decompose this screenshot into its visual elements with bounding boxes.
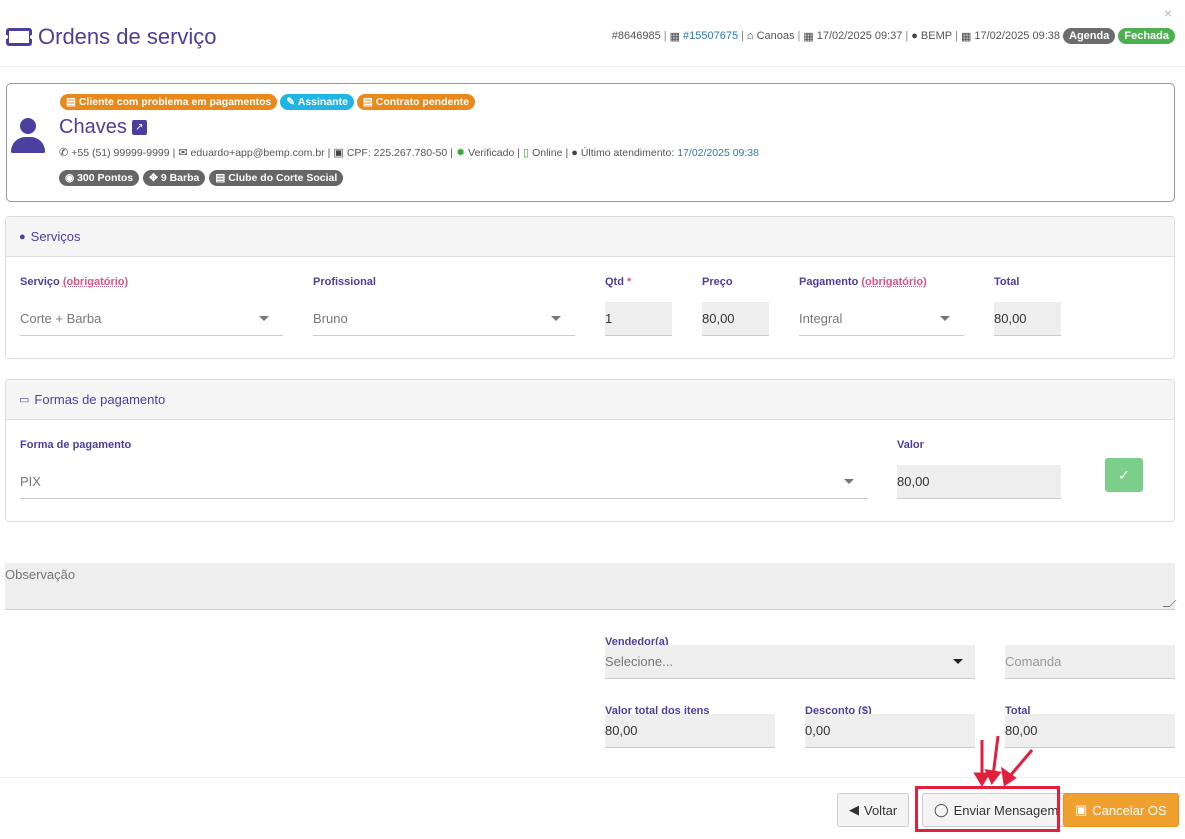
tag-subscriber: ✎ Assinante xyxy=(280,94,354,110)
branch-name: Canoas xyxy=(756,30,795,42)
calendar-icon: ▦ xyxy=(669,30,680,43)
chevron-down-icon xyxy=(940,316,950,321)
client-name: Chaves ↗ xyxy=(59,116,147,139)
mobile-icon: ▯ xyxy=(523,147,530,159)
calendar-icon: ▦ xyxy=(803,30,814,43)
payment-value-label: Valor xyxy=(897,439,924,451)
client-online: Online xyxy=(532,146,563,159)
payment-label: Pagamento (obrigatório) xyxy=(799,276,927,288)
ticket-link[interactable]: #15507675 xyxy=(683,30,738,42)
qty-input[interactable]: 1 xyxy=(605,302,672,336)
bank-icon: ⌂ xyxy=(746,30,754,42)
save-icon: ▣ xyxy=(1075,802,1088,817)
confirm-payment-button[interactable]: ✓ xyxy=(1105,458,1143,492)
last-visit-label: Último atendimento: xyxy=(580,146,675,159)
service-label: Serviço (obrigatório) xyxy=(20,276,129,288)
client-tags: ▤ Cliente com problema em pagamentos ✎ A… xyxy=(60,94,476,110)
seller-select[interactable]: Selecione... xyxy=(605,645,975,679)
service-select[interactable]: Corte + Barba xyxy=(20,302,283,336)
phone-icon: ✆ xyxy=(59,147,69,159)
points-badge: ◉ 300 Pontos xyxy=(59,170,140,186)
payment-select[interactable]: Integral xyxy=(799,302,964,336)
user-gear-icon: ● xyxy=(19,230,26,243)
club-badge: ▤ Clube do Corte Social xyxy=(209,170,344,186)
credit-card-icon: ▭ xyxy=(19,394,30,406)
arrow-head-icon xyxy=(973,772,991,787)
service-total: 80,00 xyxy=(994,302,1061,336)
professional-select[interactable]: Bruno xyxy=(313,302,575,336)
items-total-value: 80,00 xyxy=(605,714,775,748)
chevron-down-icon xyxy=(551,316,561,321)
arrow-icon xyxy=(1008,749,1034,777)
divider xyxy=(0,66,1185,67)
page-title: Ordens de serviço xyxy=(4,24,217,50)
check-icon: ✓ xyxy=(1118,467,1130,483)
opened-at: 17/02/2025 09:37 xyxy=(816,30,903,42)
external-link-icon[interactable]: ↗ xyxy=(131,120,147,135)
annotation-arrows xyxy=(973,735,1034,787)
chevron-down-icon xyxy=(953,659,963,664)
professional-label: Profissional xyxy=(313,276,376,288)
client-verified: Verificado xyxy=(468,146,515,159)
user-gear-icon: ● xyxy=(571,146,578,159)
page-title-text: Ordens de serviço xyxy=(38,24,217,49)
observation-textarea[interactable]: Observação xyxy=(5,563,1177,610)
ticket-icon xyxy=(4,28,34,46)
payment-method-label: Forma de pagamento xyxy=(20,439,132,451)
arrow-head-icon xyxy=(984,769,1002,785)
price-label: Preço xyxy=(702,276,733,288)
chevron-down-icon xyxy=(844,479,854,484)
user-name: BEMP xyxy=(920,30,953,42)
payments-panel: ▭ Formas de pagamento xyxy=(5,379,1175,522)
payment-value-input[interactable]: 80,00 xyxy=(897,465,1061,499)
payments-header: ▭ Formas de pagamento xyxy=(6,380,1174,420)
order-meta: #8646985 | ▦ #15507675 | ⌂ Canoas | ▦ 17… xyxy=(612,28,1175,44)
client-email: eduardo+app@bemp.com.br xyxy=(190,146,325,159)
envelope-icon: ✉ xyxy=(178,147,188,159)
close-icon[interactable]: × xyxy=(1164,5,1172,21)
tag-payment-problem: ▤ Cliente com problema em pagamentos xyxy=(60,94,278,110)
id-card-icon: ▣ xyxy=(333,147,344,159)
discount-input[interactable]: 0,00 xyxy=(805,714,975,748)
client-badges: ◉ 300 Pontos ✥ 9 Barba ▤ Clube do Corte … xyxy=(59,170,344,186)
comanda-input[interactable]: Comanda xyxy=(1005,645,1175,679)
chevron-down-icon xyxy=(259,316,269,321)
price-input[interactable]: 80,00 xyxy=(702,302,769,336)
cancel-os-button[interactable]: ▣ Cancelar OS xyxy=(1063,793,1179,827)
verified-icon: ✹ xyxy=(455,147,466,159)
client-info: ✆ +55 (51) 99999-9999 | ✉ eduardo+app@be… xyxy=(59,146,759,160)
qty-label: Qtd * xyxy=(605,276,632,288)
arrow-left-circle-icon: ◀ xyxy=(849,802,859,817)
total-label: Total xyxy=(994,276,1020,288)
client-phone: +55 (51) 99999-9999 xyxy=(71,146,170,159)
agenda-badge: Agenda xyxy=(1063,28,1116,44)
last-visit-value[interactable]: 17/02/2025 09:38 xyxy=(677,147,759,159)
beard-badge: ✥ 9 Barba xyxy=(143,170,206,186)
back-button[interactable]: ◀ Voltar xyxy=(837,793,910,827)
status-badge: Fechada xyxy=(1118,28,1175,44)
resize-handle-icon[interactable] xyxy=(1162,600,1177,607)
highlight-box xyxy=(915,786,1060,832)
tag-contract-pending: ▤ Contrato pendente xyxy=(356,94,476,110)
order-id: #8646985 xyxy=(611,30,661,42)
payment-method-select[interactable]: PIX xyxy=(20,465,868,499)
closed-at: 17/02/2025 09:38 xyxy=(974,30,1061,42)
user-icon: ● xyxy=(911,30,918,42)
client-cpf: CPF: 225.267.780-50 xyxy=(346,146,448,159)
avatar xyxy=(11,118,45,154)
services-header: ● Serviços xyxy=(6,217,1174,257)
arrow-icon xyxy=(991,735,1000,777)
calendar-icon: ▦ xyxy=(960,30,972,43)
